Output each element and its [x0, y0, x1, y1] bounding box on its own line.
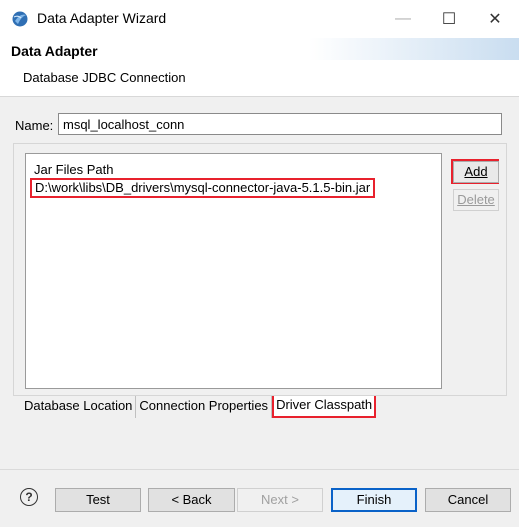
header-banner	[309, 38, 519, 60]
add-button[interactable]: Add	[453, 161, 499, 183]
name-label: Name:	[15, 118, 54, 133]
test-button[interactable]: Test	[55, 488, 141, 512]
eclipse-app-icon	[12, 11, 28, 27]
footer-divider	[0, 469, 519, 470]
next-button[interactable]: Next >	[237, 488, 323, 512]
help-icon[interactable]: ?	[20, 488, 38, 506]
finish-button[interactable]: Finish	[331, 488, 417, 512]
wizard-header: Data Adapter Database JDBC Connection	[0, 38, 519, 97]
page-description: Database JDBC Connection	[23, 70, 186, 85]
jar-files-list[interactable]: Jar Files Path D:\work\libs\DB_drivers\m…	[25, 153, 442, 389]
delete-button[interactable]: Delete	[453, 189, 499, 211]
tab-database-location[interactable]: Database Location	[21, 396, 137, 418]
minimize-button[interactable]: —	[380, 4, 426, 34]
name-input[interactable]	[58, 113, 502, 135]
tab-connection-properties[interactable]: Connection Properties	[136, 396, 273, 418]
add-button-label: Add	[464, 164, 488, 179]
tab-driver-classpath[interactable]: Driver Classpath	[272, 396, 377, 418]
list-item[interactable]: D:\work\libs\DB_drivers\mysql-connector-…	[30, 178, 376, 198]
page-title: Data Adapter	[11, 43, 98, 59]
window-title: Data Adapter Wizard	[37, 10, 167, 26]
title-bar: Data Adapter Wizard — ☐ ✕	[0, 0, 519, 38]
tab-bar: Database Location Connection Properties …	[21, 396, 377, 418]
back-button[interactable]: < Back	[148, 488, 235, 512]
maximize-button[interactable]: ☐	[426, 4, 472, 34]
list-column-header: Jar Files Path	[34, 162, 114, 177]
cancel-button[interactable]: Cancel	[425, 488, 511, 512]
close-button[interactable]: ✕	[472, 4, 518, 34]
delete-button-label: Delete	[457, 192, 495, 207]
